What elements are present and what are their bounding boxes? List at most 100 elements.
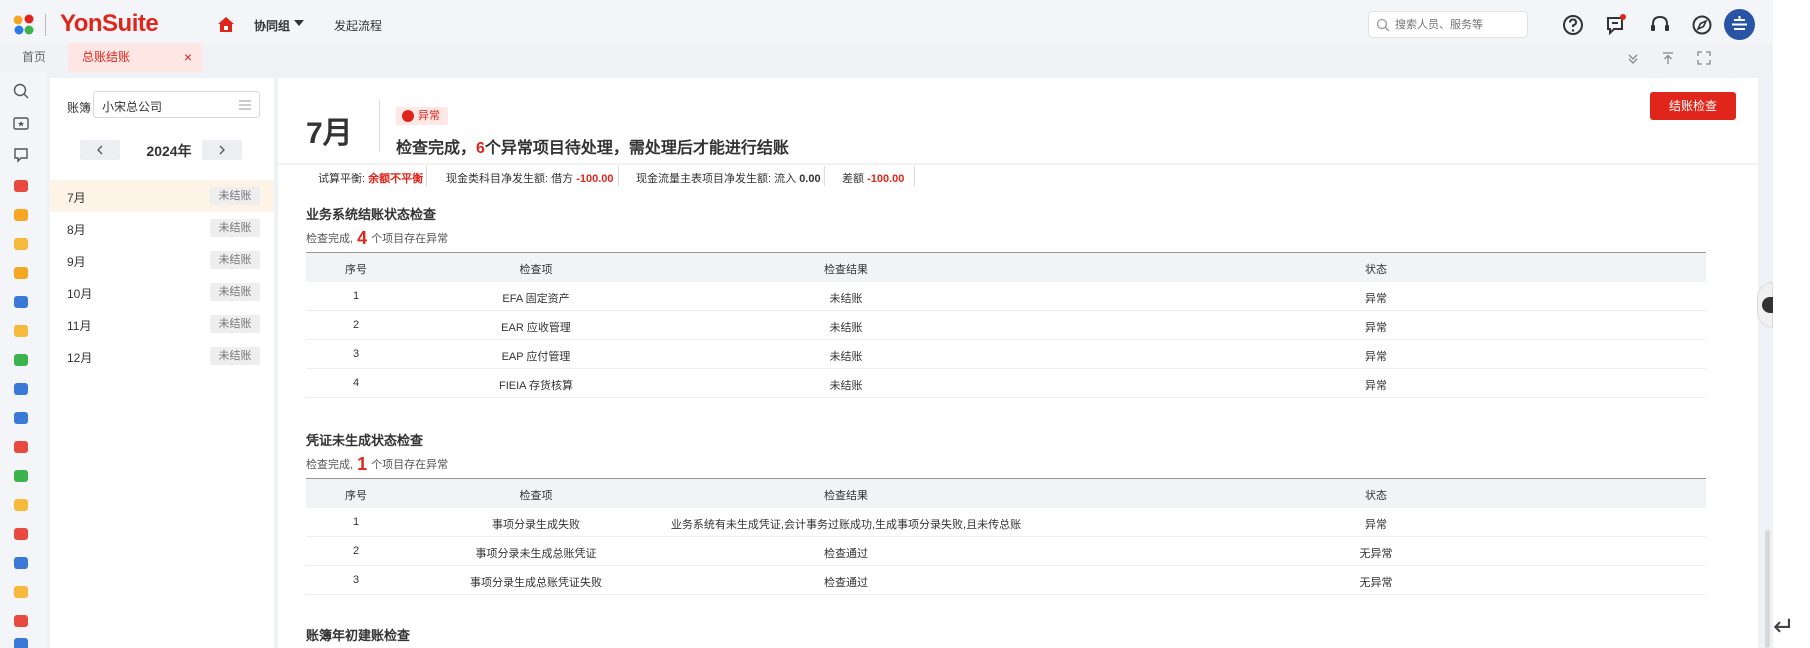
app-shop-icon[interactable] (14, 586, 28, 598)
column-header: 检查结果 (824, 490, 868, 502)
app-cloud-icon[interactable] (14, 296, 28, 308)
table-row[interactable]: 2 EAR 应收管理 未结账 异常 (306, 311, 1706, 340)
month-name: 8月 (67, 223, 86, 237)
brand-logo: YonSuite (60, 10, 159, 37)
side-drawer-handle[interactable] (1757, 282, 1773, 328)
app-tool-icon[interactable] (14, 615, 28, 627)
launch-process-link[interactable]: 发起流程 (334, 17, 382, 34)
collab-group-menu[interactable]: 协同组 (254, 17, 290, 34)
app-folder-icon[interactable] (14, 325, 28, 337)
close-icon[interactable]: × (184, 43, 192, 72)
prev-year-button[interactable] (80, 140, 120, 160)
home-icon[interactable] (216, 15, 236, 35)
app-finance-icon[interactable] (14, 180, 28, 192)
chevron-down-icon[interactable] (294, 20, 304, 26)
business-system-check-table: 序号 检查项 检查结果 状态 1 EFA 固定资产 未结账 异常 2 EAR 应… (306, 252, 1706, 398)
ledger-select[interactable]: 小宋总公司 (93, 91, 260, 118)
cell-index: 2 (352, 319, 360, 331)
next-year-button[interactable] (202, 140, 242, 160)
chat-bubble-icon[interactable] (12, 146, 30, 164)
upload-icon[interactable] (1660, 50, 1676, 66)
status-badge: 未结账 (210, 187, 260, 205)
app-more-icon[interactable] (14, 638, 28, 648)
cell-item: 事项分录生成失败 (492, 519, 580, 531)
column-header: 序号 (345, 264, 367, 276)
month-item-12[interactable]: 12月 未结账 (50, 340, 274, 372)
app-icon-rail (0, 72, 46, 648)
headset-support-icon[interactable] (1647, 12, 1673, 38)
help-icon[interactable] (1560, 12, 1586, 38)
avatar-menu-icon (1732, 16, 1747, 30)
month-item-8[interactable]: 8月 未结账 (50, 212, 274, 244)
app-cloud-2-icon[interactable] (14, 383, 28, 395)
global-search[interactable] (1368, 11, 1528, 38)
message-notification-icon[interactable] (1603, 12, 1629, 38)
app-box-icon[interactable] (14, 499, 28, 511)
app-chat-icon[interactable] (14, 354, 28, 366)
table-row[interactable]: 1 事项分录生成失败 业务系统有未生成凭证,会计事务过账成功,生成事项分录失败,… (306, 508, 1706, 537)
summary-trial-balance: 试算平衡: 余额不平衡 (318, 170, 423, 186)
section-summary: 检查完成, 4 个项目存在异常 (306, 226, 448, 248)
cash-value: -100.00 (576, 173, 614, 185)
page-title-month: 7月 (306, 117, 353, 150)
month-item-7[interactable]: 7月 未结账 (50, 180, 274, 212)
cell-result: 未结账 (829, 322, 863, 334)
summary-cash-flow: 现金流量主表项目净发生额: 流入 0.00 (636, 170, 821, 186)
error-dot-icon (402, 110, 414, 122)
return-arrow-icon: ↵ (1773, 612, 1795, 642)
fullscreen-icon[interactable] (1696, 50, 1712, 66)
table-row[interactable]: 4 FIEIA 存货核算 未结账 异常 (306, 369, 1706, 398)
vertical-scrollbar[interactable] (1765, 530, 1770, 648)
headline-count: 6 (476, 140, 485, 157)
app-asset-icon[interactable] (14, 528, 28, 540)
double-chevron-down-icon[interactable] (1625, 50, 1641, 66)
user-avatar[interactable] (1724, 9, 1755, 40)
table-row[interactable]: 3 EAP 应付管理 未结账 异常 (306, 340, 1706, 369)
cell-item: EAR 应收管理 (501, 322, 571, 334)
app-doc-icon[interactable] (14, 238, 28, 250)
table-row[interactable]: 3 事项分录生成总账凭证失败 检查通过 无异常 (306, 566, 1706, 595)
sub-prefix: 检查完成, (306, 233, 354, 245)
month-item-11[interactable]: 11月 未结账 (50, 308, 274, 340)
favorite-folder-icon[interactable] (12, 114, 30, 132)
table-row[interactable]: 2 事项分录未生成总账凭证 检查通过 无异常 (306, 537, 1706, 566)
table-row[interactable]: 1 EFA 固定资产 未结账 异常 (306, 282, 1706, 311)
month-item-9[interactable]: 9月 未结账 (50, 244, 274, 276)
cash-label: 现金类科目净发生额: 借方 (446, 173, 574, 185)
compass-icon[interactable] (1689, 12, 1715, 38)
tab-ledger-closing[interactable]: 总账结账 × (68, 43, 202, 72)
year-label: 2024年 (146, 143, 192, 159)
app-message-icon[interactable] (14, 470, 28, 482)
app-bank-icon[interactable] (14, 557, 28, 569)
column-header: 状态 (1365, 490, 1387, 502)
tab-home[interactable]: 首页 (0, 43, 68, 72)
cell-status: 异常 (1365, 322, 1387, 334)
cell-index: 1 (352, 516, 360, 528)
trial-value: 余额不平衡 (368, 173, 424, 185)
month-name: 7月 (67, 191, 86, 205)
cell-result: 未结账 (829, 293, 863, 305)
abnormal-count: 1 (357, 454, 368, 474)
cell-result: 未结账 (829, 380, 863, 392)
search-icon[interactable] (12, 82, 30, 100)
app-grid-logo-icon[interactable] (12, 13, 36, 37)
search-input[interactable] (1395, 16, 1523, 34)
divider (824, 166, 825, 186)
cell-result: 业务系统有未生成凭证,会计事务过账成功,生成事项分录失败,且未传总账 (670, 519, 1022, 531)
status-badge: 未结账 (210, 315, 260, 333)
ledger-value: 小宋总公司 (102, 100, 163, 114)
column-header: 检查结果 (824, 264, 868, 276)
drawer-handle-icon (1762, 297, 1773, 313)
app-report-icon[interactable] (14, 441, 28, 453)
column-header: 检查项 (519, 264, 553, 276)
cell-index: 2 (352, 545, 360, 557)
flow-value: 0.00 (799, 173, 821, 185)
headline-suffix: 个异常项目待处理，需处理后才能进行结账 (484, 140, 789, 157)
app-card-icon[interactable] (14, 412, 28, 424)
app-trade-icon[interactable] (14, 209, 28, 221)
closing-check-button[interactable]: 结账检查 (1650, 92, 1736, 120)
cell-result: 检查通过 (824, 548, 868, 560)
month-item-10[interactable]: 10月 未结账 (50, 276, 274, 308)
app-cart-icon[interactable] (14, 267, 28, 279)
tab-bar: 首页 总账结账 × (0, 43, 1773, 72)
